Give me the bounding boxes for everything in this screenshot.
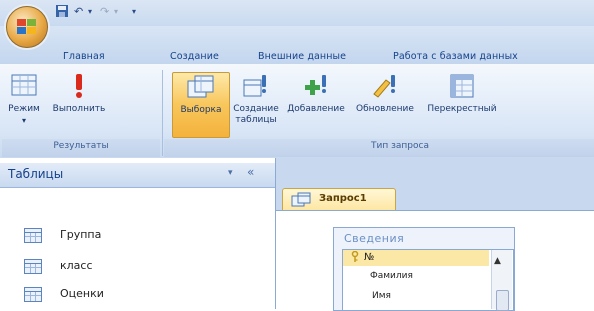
make-table-icon: [241, 72, 271, 100]
datasheet-view-icon: [9, 72, 39, 100]
nav-table-item[interactable]: Группа: [0, 223, 270, 249]
field-item-lastname[interactable]: Фамилия: [370, 271, 413, 281]
make-table-label: Создание таблицы: [233, 104, 279, 125]
update-label: Обновление: [356, 104, 414, 114]
run-button[interactable]: Выполнить: [48, 72, 110, 115]
select-query-label: Выборка: [180, 105, 222, 115]
nav-table-item[interactable]: класс: [0, 254, 270, 280]
crosstab-label: Перекрестный: [427, 104, 497, 114]
navigation-pane-title: Таблицы: [8, 167, 64, 181]
exclamation-icon: [64, 72, 94, 100]
view-button[interactable]: Режим ▾: [2, 72, 46, 126]
ribbon-group-divider: [162, 70, 163, 156]
redo-dropdown-icon[interactable]: ▾: [114, 4, 118, 20]
crosstab-query-button[interactable]: Перекрестный: [425, 72, 499, 115]
make-table-query-button[interactable]: Создание таблицы: [232, 72, 280, 126]
view-dropdown-icon: ▾: [21, 116, 26, 125]
nav-item-label: класс: [60, 259, 93, 272]
append-label: Добавление: [287, 104, 345, 114]
results-group-label: Результаты: [53, 141, 109, 151]
nav-table-item[interactable]: Оценки: [0, 282, 270, 308]
append-query-button[interactable]: Добавление: [285, 72, 347, 115]
select-query-icon: [186, 73, 216, 101]
chevron-down-icon[interactable]: ▾: [228, 168, 233, 178]
table-icon: [24, 259, 42, 274]
undo-icon[interactable]: ↶: [74, 4, 83, 20]
field-item-firstname[interactable]: Имя: [372, 291, 391, 301]
collapse-pane-icon[interactable]: «: [247, 165, 254, 179]
document-tab-label: Запрос1: [319, 193, 367, 204]
tab-external-data[interactable]: Внешние данные: [258, 51, 346, 62]
run-button-label: Выполнить: [52, 104, 106, 114]
table-icon: [24, 228, 42, 243]
tab-database-tools[interactable]: Работа с базами данных: [393, 51, 518, 62]
scroll-thumb[interactable]: [496, 290, 509, 311]
office-logo-icon: [17, 19, 36, 34]
save-icon[interactable]: [55, 4, 69, 20]
tab-create[interactable]: Создание: [170, 51, 219, 62]
query-icon: [291, 192, 311, 207]
scroll-up-icon[interactable]: ▲: [494, 256, 501, 266]
query-type-group-label: Тип запроса: [371, 141, 429, 151]
customize-toolbar-icon[interactable]: ▾: [132, 4, 136, 20]
field-item-number[interactable]: №: [364, 252, 374, 263]
undo-dropdown-icon[interactable]: ▾: [88, 4, 92, 20]
field-list-title[interactable]: Сведения: [344, 232, 404, 245]
update-query-button[interactable]: Обновление: [350, 72, 420, 115]
nav-item-label: Оценки: [60, 287, 104, 300]
view-button-label: Режим: [8, 104, 40, 114]
update-pencil-icon: [370, 72, 400, 100]
nav-item-label: Группа: [60, 228, 102, 241]
tab-home[interactable]: Главная: [63, 51, 105, 62]
primary-key-icon: [350, 250, 360, 266]
crosstab-icon: [447, 72, 477, 100]
append-icon: [301, 72, 331, 100]
table-icon: [24, 287, 42, 302]
redo-icon[interactable]: ↷: [100, 4, 109, 20]
office-button[interactable]: [6, 6, 48, 48]
select-query-button[interactable]: Выборка: [172, 72, 230, 138]
